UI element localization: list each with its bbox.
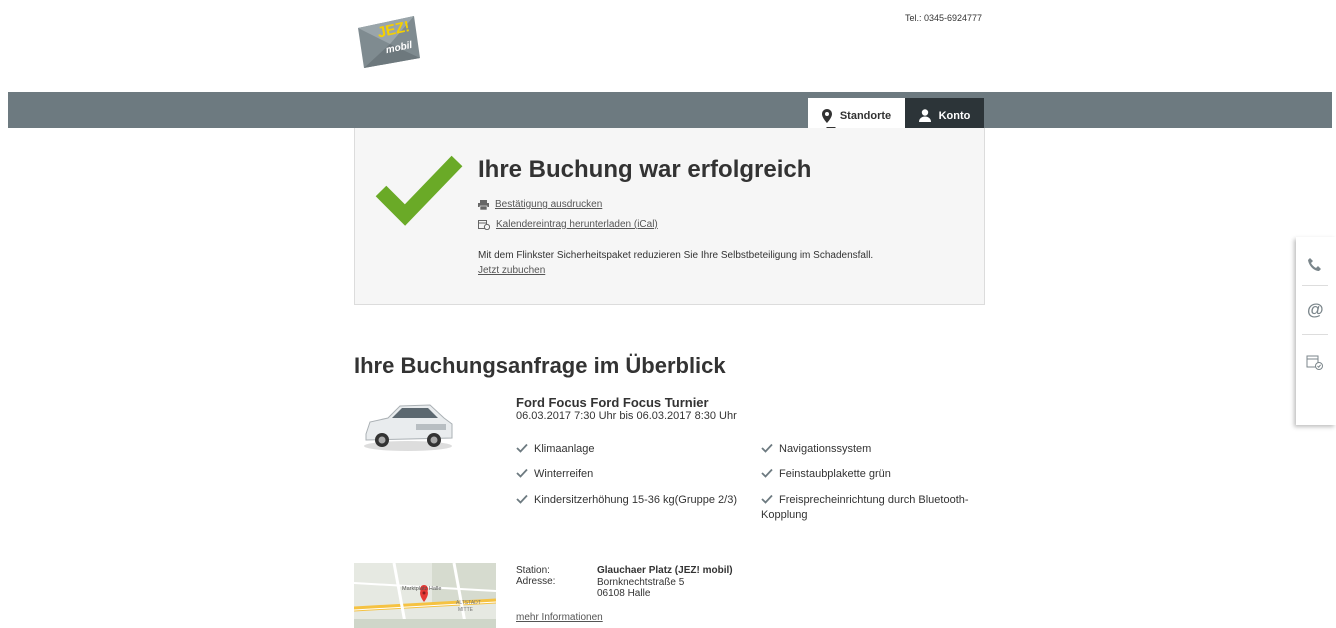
svg-text:Marktplatz Halle: Marktplatz Halle xyxy=(402,586,441,592)
car-name: Ford Focus Ford Focus Turnier xyxy=(516,395,709,410)
book-now-link[interactable]: Jetzt zubuchen xyxy=(478,265,545,276)
standorte-label: Standorte xyxy=(839,109,892,122)
user-icon xyxy=(918,109,931,122)
svg-text:MITTE: MITTE xyxy=(458,607,474,613)
check-icon xyxy=(761,468,773,478)
station-street: Bornknechtstraße 5 xyxy=(597,577,685,588)
feature-item: Kindersitzerhöhung 15-36 kg(Gruppe 2/3) xyxy=(516,493,746,508)
station-label: Station: xyxy=(516,565,550,576)
feature-item: Klimaanlage xyxy=(516,442,595,457)
ical-row: Kalendereintrag herunterladen (iCal) xyxy=(478,219,658,230)
jez-mobil-logo[interactable]: JEZ! mobil xyxy=(356,14,422,70)
feature-item: Freisprecheinrichtung durch Bluetooth-Ko… xyxy=(761,494,969,521)
map-pin-icon xyxy=(821,108,832,123)
booking-dates: 06.03.2017 7:30 Uhr bis 06.03.2017 8:30 … xyxy=(516,410,737,422)
svg-text:@: @ xyxy=(1307,300,1324,318)
feature-item: Feinstaubplakette grün xyxy=(761,467,891,482)
overview-title: Ihre Buchungsanfrage im Überblick xyxy=(354,353,726,378)
contact-side-panel: @ xyxy=(1296,237,1336,425)
check-icon xyxy=(516,468,528,478)
address-label: Adresse: xyxy=(516,576,556,587)
feature-item: Navigationssystem xyxy=(761,442,871,457)
phone-number: Tel.: 0345-6924777 xyxy=(905,13,983,23)
more-info-link[interactable]: mehr Informationen xyxy=(516,612,603,623)
check-icon xyxy=(516,443,528,453)
calendar-icon[interactable] xyxy=(1304,351,1326,373)
feature-item: Winterreifen xyxy=(516,467,593,482)
check-icon xyxy=(761,443,773,453)
success-title: Ihre Buchung war erfolgreich xyxy=(478,156,812,183)
svg-text:ALTSTADT: ALTSTADT xyxy=(456,600,481,606)
printer-icon xyxy=(478,199,489,210)
phone-icon[interactable] xyxy=(1304,254,1326,276)
print-confirmation-link[interactable]: Bestätigung ausdrucken xyxy=(495,199,602,210)
ical-download-link[interactable]: Kalendereintrag herunterladen (iCal) xyxy=(496,219,658,230)
insurance-info-text: Mit dem Flinkster Sicherheitspaket reduz… xyxy=(478,250,874,261)
station-name: Glauchaer Platz (JEZ! mobil) xyxy=(597,565,733,576)
station-city: 06108 Halle xyxy=(597,588,651,599)
side-divider xyxy=(1302,334,1328,335)
at-icon[interactable]: @ xyxy=(1304,298,1326,320)
station-map[interactable]: Marktplatz Halle ALTSTADT MITTE xyxy=(354,563,496,628)
car-image xyxy=(364,404,453,451)
side-divider xyxy=(1302,285,1328,286)
calendar-download-icon xyxy=(478,220,490,230)
main-navbar xyxy=(8,92,1332,128)
konto-label: Konto xyxy=(938,109,971,122)
checkmark-icon xyxy=(375,155,463,226)
print-row: Bestätigung ausdrucken xyxy=(478,199,602,210)
